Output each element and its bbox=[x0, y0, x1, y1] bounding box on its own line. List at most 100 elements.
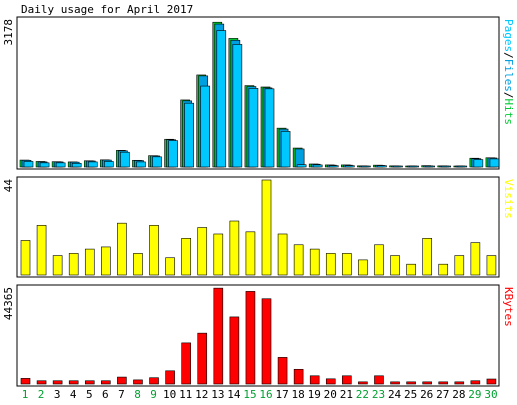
bar-pages-files-hits-pages-day-15 bbox=[248, 88, 259, 168]
x-tick-day-30: 30 bbox=[484, 388, 497, 401]
bar-visits-visits-day-23 bbox=[374, 244, 384, 276]
bar-kbytes-kbytes-day-11 bbox=[181, 342, 191, 385]
bar-pages-files-hits-pages-day-23 bbox=[377, 165, 387, 168]
bar-pages-files-hits-pages-day-26 bbox=[425, 165, 435, 168]
bar-kbytes-kbytes-day-1 bbox=[20, 378, 31, 385]
legend-entry-files: Files bbox=[502, 59, 515, 92]
x-tick-day-10: 10 bbox=[163, 388, 176, 401]
chart-svg: Daily usage for April 2017 3178 Pages/Fil… bbox=[2, 3, 515, 401]
bar-pages-files-hits-pages-day-6 bbox=[104, 161, 114, 168]
bar-kbytes-kbytes-day-4 bbox=[68, 380, 79, 385]
bar-visits-visits-day-9 bbox=[149, 225, 159, 276]
legend-pages-files-hits: Pages/Files/Hits bbox=[502, 19, 515, 125]
legend-entry-pages: Pages bbox=[502, 19, 515, 52]
x-tick-day-28: 28 bbox=[452, 388, 465, 401]
bar-visits-visits-day-14 bbox=[229, 220, 240, 276]
bar-kbytes-kbytes-day-21 bbox=[342, 375, 352, 385]
bar-visits-visits-day-10 bbox=[165, 257, 175, 276]
bar-kbytes-kbytes-day-3 bbox=[52, 380, 63, 385]
bar-pages-files-hits-pages-day-30 bbox=[489, 158, 500, 168]
bar-kbytes-kbytes-day-10 bbox=[165, 370, 175, 385]
bar-kbytes-kbytes-day-16 bbox=[261, 298, 272, 385]
bar-pages-files-hits-pages-day-10 bbox=[168, 140, 178, 168]
x-tick-day-9: 9 bbox=[150, 388, 157, 401]
bar-pages-files-hits-files-day-18 bbox=[294, 148, 305, 168]
bar-kbytes-kbytes-day-18 bbox=[293, 368, 304, 385]
bar-kbytes-kbytes-day-2 bbox=[36, 380, 47, 385]
bar-visits-visits-day-19 bbox=[309, 248, 320, 276]
bar-kbytes-kbytes-day-23 bbox=[374, 375, 384, 385]
bar-visits-visits-day-21 bbox=[342, 253, 352, 276]
bar-visits-visits-day-22 bbox=[358, 259, 368, 276]
x-tick-day-24: 24 bbox=[388, 388, 402, 401]
legend-visits: Visits bbox=[502, 179, 515, 219]
bar-visits-visits-day-2 bbox=[36, 225, 47, 276]
bar-pages-files-hits-pages-day-27 bbox=[441, 165, 452, 168]
bar-visits-visits-day-4 bbox=[68, 253, 79, 276]
bar-visits-visits-day-25 bbox=[406, 263, 416, 276]
bar-pages-files-hits-pages-day-22 bbox=[361, 165, 371, 168]
x-tick-day-5: 5 bbox=[86, 388, 93, 401]
bar-visits-visits-day-8 bbox=[133, 253, 143, 276]
x-tick-day-4: 4 bbox=[70, 388, 77, 401]
x-tick-day-2: 2 bbox=[38, 388, 45, 401]
bar-pages-files-hits-pages-day-20 bbox=[328, 165, 339, 168]
bar-visits-visits-day-26 bbox=[422, 238, 432, 276]
bar-visits-visits-day-3 bbox=[52, 255, 63, 276]
max-label-visits: 44 bbox=[2, 179, 15, 193]
legend-entry-hits: Hits bbox=[502, 99, 515, 126]
bar-visits-visits-day-24 bbox=[390, 255, 400, 276]
bar-pages-files-hits-pages-day-2 bbox=[39, 162, 50, 168]
bar-pages-files-hits-pages-day-13 bbox=[216, 30, 227, 168]
legend-entry-kbytes: KBytes bbox=[502, 287, 515, 327]
bar-kbytes-kbytes-day-30 bbox=[486, 378, 497, 385]
bar-pages-files-hits-pages-day-4 bbox=[71, 163, 82, 168]
x-tick-day-19: 19 bbox=[308, 388, 321, 401]
legend-entry-slash: / bbox=[502, 52, 515, 59]
legend-kbytes: KBytes bbox=[502, 287, 515, 327]
x-tick-day-23: 23 bbox=[372, 388, 385, 401]
bar-pages-files-hits-pages-day-11 bbox=[184, 102, 194, 168]
bar-kbytes-kbytes-day-26 bbox=[422, 381, 432, 385]
x-tick-day-27: 27 bbox=[436, 388, 449, 401]
x-tick-day-11: 11 bbox=[179, 388, 192, 401]
daily-usage-chart: Daily usage for April 2017 3178 Pages/Fil… bbox=[0, 0, 517, 405]
bar-pages-files-hits-pages-day-28 bbox=[457, 165, 468, 168]
x-tick-day-18: 18 bbox=[292, 388, 305, 401]
bar-kbytes-kbytes-day-22 bbox=[358, 381, 368, 385]
chart-title: Daily usage for April 2017 bbox=[21, 3, 193, 16]
bar-pages-files-hits-pages-day-29 bbox=[473, 159, 484, 168]
x-tick-day-22: 22 bbox=[356, 388, 369, 401]
bar-kbytes-kbytes-day-14 bbox=[229, 316, 240, 385]
bar-pages-files-hits-pages-day-24 bbox=[393, 165, 403, 168]
x-tick-day-7: 7 bbox=[118, 388, 125, 401]
x-tick-day-16: 16 bbox=[259, 388, 272, 401]
x-tick-day-14: 14 bbox=[227, 388, 241, 401]
bar-visits-visits-day-5 bbox=[84, 248, 95, 276]
legend-entry-slash: / bbox=[502, 92, 515, 99]
x-tick-day-1: 1 bbox=[22, 388, 29, 401]
bar-kbytes-kbytes-day-15 bbox=[245, 291, 256, 385]
legend-entry-visits: Visits bbox=[502, 179, 515, 219]
bar-kbytes-kbytes-day-17 bbox=[277, 357, 288, 385]
bar-visits-visits-day-17 bbox=[277, 233, 288, 276]
bar-visits-visits-day-20 bbox=[325, 253, 336, 276]
panel-kbytes bbox=[16, 284, 500, 387]
bar-visits-visits-day-7 bbox=[117, 222, 127, 276]
bar-kbytes-kbytes-day-25 bbox=[406, 381, 416, 385]
bar-pages-files-hits-pages-day-25 bbox=[409, 165, 419, 168]
bar-kbytes-kbytes-day-29 bbox=[470, 380, 481, 385]
x-tick-day-3: 3 bbox=[54, 388, 61, 401]
bar-kbytes-kbytes-day-12 bbox=[197, 332, 208, 385]
bar-kbytes-kbytes-day-27 bbox=[438, 381, 449, 385]
bar-visits-visits-day-27 bbox=[438, 263, 449, 276]
max-label-kbytes: 44365 bbox=[2, 287, 15, 320]
bar-pages-files-hits-pages-day-19 bbox=[312, 164, 323, 168]
x-tick-day-25: 25 bbox=[404, 388, 417, 401]
x-tick-day-21: 21 bbox=[340, 388, 353, 401]
max-label-pages-files-hits: 3178 bbox=[2, 19, 15, 46]
bar-pages-files-hits-pages-day-21 bbox=[345, 165, 355, 168]
bar-visits-visits-day-29 bbox=[470, 242, 481, 276]
x-tick-day-15: 15 bbox=[243, 388, 256, 401]
bar-kbytes-kbytes-day-6 bbox=[101, 380, 111, 385]
